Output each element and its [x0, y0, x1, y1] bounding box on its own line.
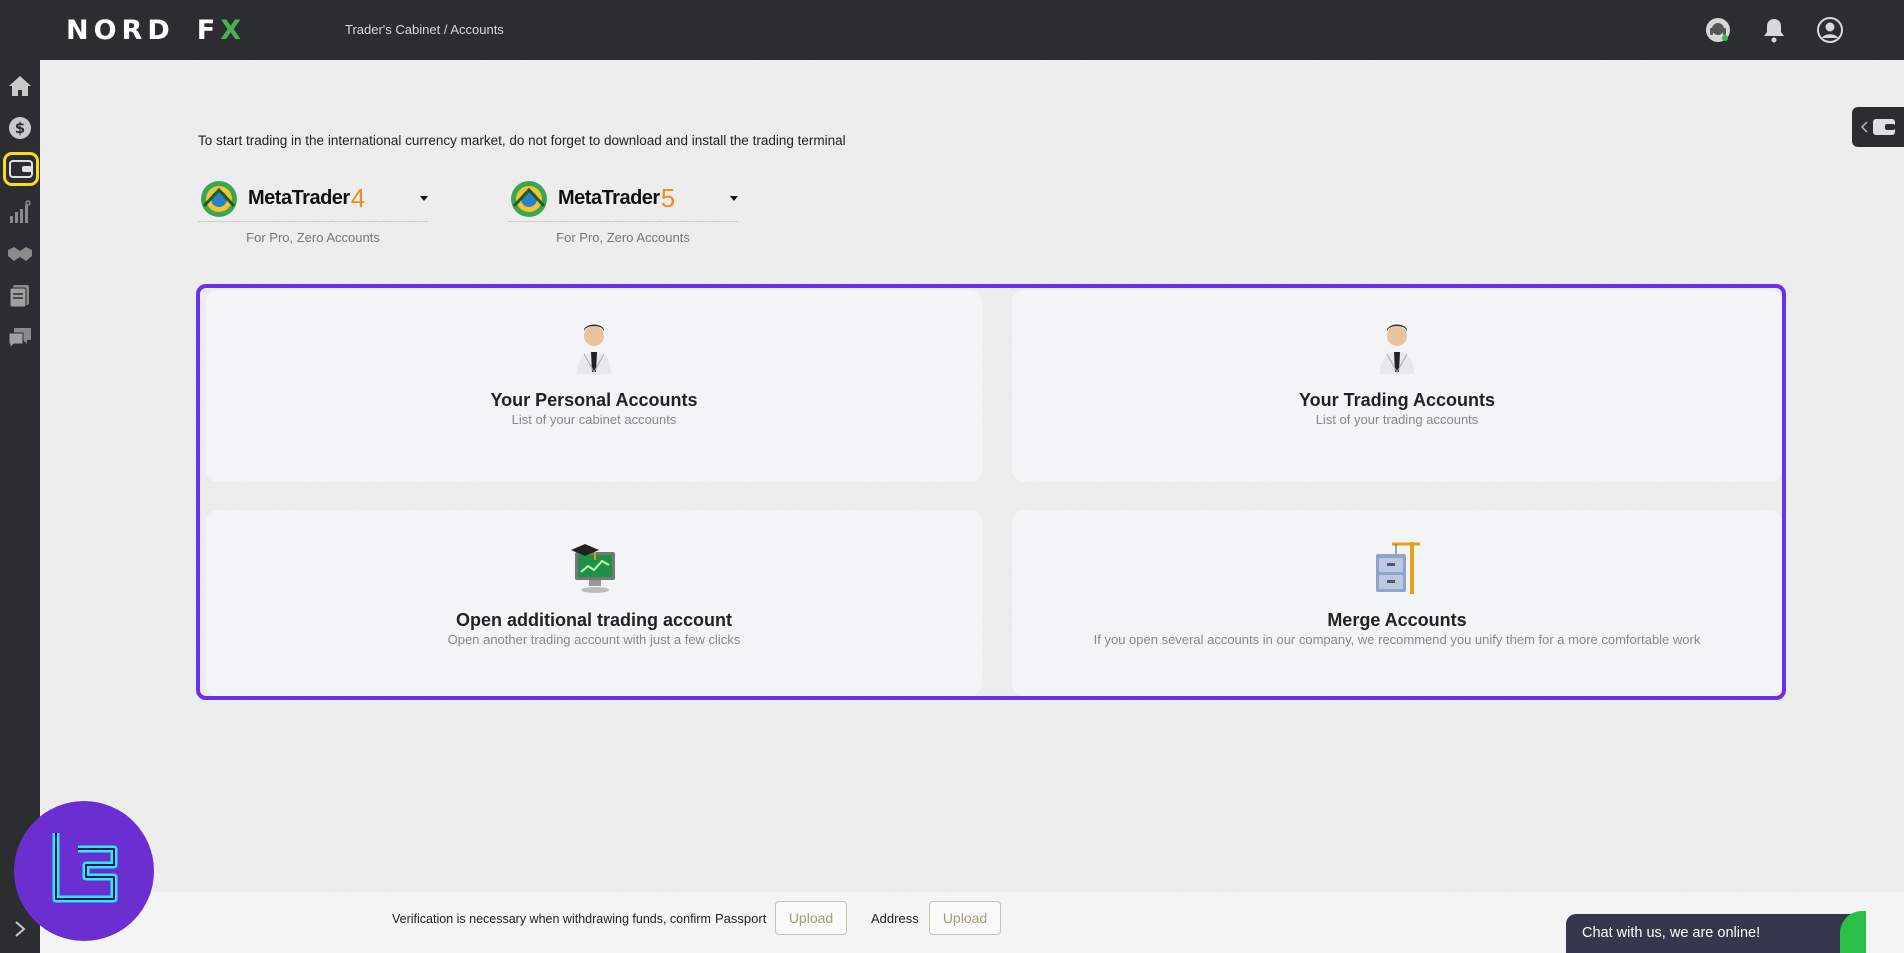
sidebar: $ [0, 60, 40, 953]
metatrader-logo-icon [201, 180, 237, 217]
main-content: To start trading in the international cu… [40, 60, 1904, 953]
logo-word-nord: NORD [66, 14, 175, 46]
merge-accounts-desc: If you open several accounts in our comp… [1093, 632, 1701, 647]
documents-icon[interactable] [4, 280, 36, 312]
chevron-left-icon [1860, 121, 1868, 133]
messages-chat-icon[interactable] [4, 322, 36, 354]
person-icon [577, 324, 611, 374]
user-profile-icon[interactable] [1816, 16, 1844, 44]
open-additional-account-card[interactable]: Open additional trading account Open ano… [206, 510, 982, 696]
metatrader5-dropdown[interactable]: MetaTrader 5 [508, 176, 738, 222]
address-upload-button[interactable]: Upload [929, 901, 1001, 935]
person-icon [1380, 324, 1414, 374]
trading-accounts-title: Your Trading Accounts [1298, 390, 1495, 410]
trading-accounts-desc: List of your trading accounts [1315, 412, 1479, 427]
personal-accounts-desc: List of your cabinet accounts [511, 412, 677, 427]
chevron-down-icon [730, 196, 738, 201]
wallet-icon [1873, 119, 1895, 135]
accounts-cards-highlight: Your Personal Accounts List of your cabi… [196, 284, 1786, 700]
home-icon[interactable] [4, 70, 36, 102]
nordfx-logo[interactable]: NORD FX [66, 14, 246, 46]
chevron-down-icon [420, 196, 428, 201]
sidebar-expand-chevron-icon[interactable] [8, 917, 32, 941]
partnership-handshake-icon[interactable] [4, 238, 36, 270]
watermark-logo [14, 801, 154, 941]
metatrader4-subtitle: For Pro, Zero Accounts [246, 230, 380, 245]
logo-letter-x: X [220, 14, 247, 46]
logo-letter-f: F [196, 14, 221, 46]
download-terminal-notice: To start trading in the international cu… [198, 133, 846, 148]
address-label: Address [871, 911, 919, 926]
verification-text: Verification is necessary when withdrawi… [392, 912, 711, 926]
trading-accounts-card[interactable]: Your Trading Accounts List of your tradi… [1012, 290, 1782, 482]
passport-upload-button[interactable]: Upload [775, 901, 847, 935]
merge-accounts-card[interactable]: Merge Accounts If you open several accou… [1012, 510, 1782, 696]
metatrader4-name: MetaTrader [248, 187, 350, 209]
metatrader5-version: 5 [660, 183, 676, 213]
metatrader-logo-icon [511, 180, 547, 217]
svg-text:$: $ [15, 119, 25, 137]
metatrader4-dropdown[interactable]: MetaTrader 4 [198, 176, 428, 222]
metatrader5-name: MetaTrader [558, 187, 660, 209]
live-chat-button[interactable]: Chat with us, we are online! [1566, 914, 1866, 953]
wallet-panel-toggle[interactable] [1852, 107, 1904, 147]
dollar-icon[interactable]: $ [4, 112, 36, 144]
computer-graduation-icon [571, 544, 615, 593]
statistics-icon[interactable] [4, 196, 36, 228]
metatrader5-subtitle: For Pro, Zero Accounts [556, 230, 690, 245]
breadcrumb: Trader's Cabinet / Accounts [345, 22, 504, 37]
merge-accounts-title: Merge Accounts [1327, 610, 1467, 630]
metatrader4-version: 4 [350, 183, 366, 213]
notification-bell-icon[interactable] [1760, 16, 1788, 44]
personal-accounts-card[interactable]: Your Personal Accounts List of your cabi… [206, 290, 982, 482]
wallet-icon[interactable] [3, 152, 39, 186]
passport-label: Passport [715, 911, 767, 926]
open-additional-account-title: Open additional trading account [455, 610, 732, 630]
cabinet-crane-icon [1376, 542, 1420, 594]
personal-accounts-title: Your Personal Accounts [490, 390, 698, 410]
metatrader4-download[interactable]: MetaTrader 4 For Pro, Zero Accounts [198, 176, 428, 286]
open-additional-account-desc: Open another trading account with just a… [447, 632, 741, 647]
metatrader5-download[interactable]: MetaTrader 5 For Pro, Zero Accounts [508, 176, 738, 286]
support-headset-icon[interactable] [1704, 16, 1732, 44]
top-bar: NORD FX Trader's Cabinet / Accounts [0, 0, 1904, 60]
